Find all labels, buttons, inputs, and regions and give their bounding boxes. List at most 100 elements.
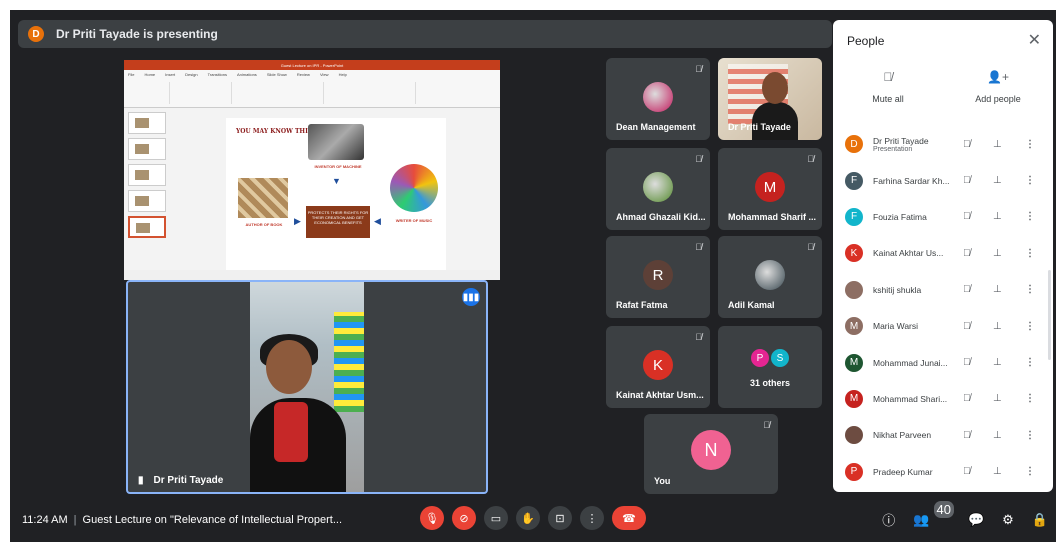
- more-options-icon[interactable]: ⋮: [1025, 466, 1035, 477]
- slide-thumbnail: [128, 164, 166, 186]
- participant-row[interactable]: K Kainat Akhtar Us... 🎙̸ ⊥ ⋮: [833, 235, 1053, 271]
- chat-button[interactable]: 💬: [968, 512, 984, 528]
- pin-icon[interactable]: ⊥: [993, 211, 1002, 222]
- raise-hand-button[interactable]: ✋: [516, 506, 540, 530]
- participant-name: Fouzia Fatima: [873, 211, 927, 222]
- more-options-icon[interactable]: ⋮: [1025, 321, 1035, 332]
- mic-off-icon[interactable]: 🎙̸: [963, 393, 971, 404]
- mic-off-icon[interactable]: 🎙̸: [963, 430, 971, 441]
- info-button[interactable]: ⓘ: [882, 510, 895, 529]
- pin-icon[interactable]: ⊥: [993, 393, 1002, 404]
- ribbon-tab: Home: [144, 72, 156, 77]
- captions-button[interactable]: ▭: [484, 506, 508, 530]
- mic-off-icon[interactable]: 🎙̸: [963, 139, 971, 150]
- more-options-button[interactable]: ⋮: [580, 506, 604, 530]
- powerpoint-statusbar: [124, 270, 500, 280]
- present-button[interactable]: ⊡: [548, 506, 572, 530]
- participant-name: Mohammad Shari...: [873, 393, 948, 404]
- presenter-tile[interactable]: ▮▮▮ ▮ Dr Priti Tayade: [126, 280, 488, 494]
- participant-row[interactable]: M Mohammad Junai... 🎙̸ ⊥ ⋮: [833, 344, 1053, 380]
- ribbon-tab: Review: [296, 72, 310, 77]
- participant-tile[interactable]: 🎙̸ Ahmad Ghazali Kid...: [606, 148, 710, 230]
- end-call-button[interactable]: ☎: [612, 506, 646, 530]
- meeting-title: Guest Lecture on "Relevance of Intellect…: [82, 514, 343, 526]
- pin-icon[interactable]: ⊥: [993, 175, 1002, 186]
- bottom-bar: 11:24 AM | Guest Lecture on "Relevance of …: [10, 500, 1056, 542]
- pin-icon[interactable]: ⊥: [993, 466, 1002, 477]
- participant-row[interactable]: F Fouzia Fatima 🎙̸ ⊥ ⋮: [833, 199, 1053, 235]
- close-icon[interactable]: ✕: [1028, 30, 1041, 50]
- mic-off-icon: 🎙̸: [883, 70, 893, 84]
- participant-tile[interactable]: 🎙̸ Dean Management: [606, 58, 710, 140]
- mic-off-icon: 🎙̸: [763, 420, 770, 430]
- participant-photo: [755, 260, 785, 290]
- more-options-icon[interactable]: ⋮: [1025, 139, 1035, 150]
- shared-screen[interactable]: Guest Lecture on IPR - PowerPoint File Ho…: [124, 60, 500, 280]
- mic-off-icon[interactable]: 🎙̸: [963, 248, 971, 259]
- mic-off-icon: 🎙̸: [695, 154, 702, 164]
- participant-row[interactable]: Nikhat Parveen 🎙̸ ⊥ ⋮: [833, 417, 1053, 453]
- pin-icon[interactable]: ⊥: [993, 430, 1002, 441]
- more-options-icon[interactable]: ⋮: [1025, 357, 1035, 368]
- participant-avatar: P: [845, 462, 863, 481]
- participant-row[interactable]: F Farhina Sardar Kh... 🎙̸ ⊥ ⋮: [833, 162, 1053, 198]
- participant-tile[interactable]: K 🎙̸ Kainat Akhtar Usm...: [606, 326, 710, 408]
- mic-off-icon[interactable]: 🎙̸: [963, 211, 971, 222]
- mic-off-button[interactable]: 🎙: [420, 506, 444, 530]
- participant-avatar: K: [845, 244, 863, 263]
- participant-tile[interactable]: R 🎙̸ Rafat Fatma: [606, 236, 710, 318]
- participant-name: Kainat Akhtar Usm...: [616, 390, 704, 400]
- mic-off-icon: 🎙̸: [695, 332, 702, 342]
- pin-icon[interactable]: ⊥: [993, 139, 1002, 150]
- mic-off-icon[interactable]: 🎙̸: [963, 284, 971, 295]
- participant-row[interactable]: M Maria Warsi 🎙̸ ⊥ ⋮: [833, 308, 1053, 344]
- activities-button[interactable]: ⚙: [1002, 512, 1014, 528]
- panel-title: People: [847, 34, 885, 48]
- mute-all-button[interactable]: 🎙̸ Mute all: [833, 70, 943, 104]
- pin-icon[interactable]: ⊥: [993, 248, 1002, 259]
- more-options-icon[interactable]: ⋮: [1025, 211, 1035, 222]
- more-options-icon[interactable]: ⋮: [1025, 393, 1035, 404]
- pin-icon[interactable]: ⊥: [993, 284, 1002, 295]
- slide-thumbnails: [128, 112, 172, 262]
- people-button[interactable]: 👥40: [913, 500, 954, 528]
- label-music: WRITER OF MUSIC: [395, 218, 433, 223]
- participant-avatar: [845, 426, 863, 445]
- mic-off-icon[interactable]: 🎙̸: [963, 175, 971, 186]
- more-options-icon[interactable]: ⋮: [1025, 284, 1035, 295]
- pin-icon[interactable]: ⊥: [993, 321, 1002, 332]
- more-options-icon[interactable]: ⋮: [1025, 430, 1035, 441]
- host-controls-button[interactable]: 🔒: [1032, 512, 1048, 528]
- participant-tile[interactable]: 🎙̸ Adil Kamal: [718, 236, 822, 318]
- camera-off-button[interactable]: ⊘: [452, 506, 476, 530]
- participant-avatar: M: [755, 172, 785, 202]
- ribbon-tab: View: [319, 72, 329, 77]
- ribbon-tab: Help: [338, 72, 347, 77]
- participant-avatar: R: [643, 260, 673, 290]
- participant-row[interactable]: M Mohammad Shari... 🎙̸ ⊥ ⋮: [833, 381, 1053, 417]
- participant-name: kshitij shukla: [873, 284, 922, 295]
- participant-name: Dean Management: [616, 122, 696, 132]
- participant-row[interactable]: P Pradeep Kumar 🎙̸ ⊥ ⋮: [833, 454, 1053, 490]
- add-people-button[interactable]: 👤+ Add people: [943, 70, 1053, 104]
- more-options-icon[interactable]: ⋮: [1025, 175, 1035, 186]
- participant-tile[interactable]: Dr Priti Tayade: [718, 58, 822, 140]
- mic-off-icon[interactable]: 🎙̸: [963, 466, 971, 477]
- panel-scrollbar[interactable]: [1048, 270, 1051, 360]
- presenter-video: [250, 282, 364, 492]
- participant-tile[interactable]: N 🎙̸ You: [644, 414, 778, 494]
- participant-tile[interactable]: M 🎙̸ Mohammad Sharif ...: [718, 148, 822, 230]
- participant-name: Farhina Sardar Kh...: [873, 175, 950, 186]
- participant-name: Dr Priti Tayade: [873, 135, 929, 146]
- mic-off-icon[interactable]: 🎙̸: [963, 357, 971, 368]
- ribbon-tab: Design: [185, 72, 198, 77]
- participant-row[interactable]: kshitij shukla 🎙̸ ⊥ ⋮: [833, 272, 1053, 308]
- mic-off-icon: 🎙̸: [807, 242, 814, 252]
- participant-tile[interactable]: P S 31 others: [718, 326, 822, 408]
- mic-off-icon[interactable]: 🎙̸: [963, 321, 971, 332]
- participant-row[interactable]: D Dr Priti Tayade Presentation 🎙̸ ⊥ ⋮: [833, 126, 1053, 162]
- pin-icon[interactable]: ⊥: [993, 357, 1002, 368]
- more-options-icon[interactable]: ⋮: [1025, 248, 1035, 259]
- protect-box: PROTECTS THEIR RIGHTS FOR THEIR CREATION…: [306, 206, 370, 238]
- presenting-text: Dr Priti Tayade is presenting: [56, 27, 218, 41]
